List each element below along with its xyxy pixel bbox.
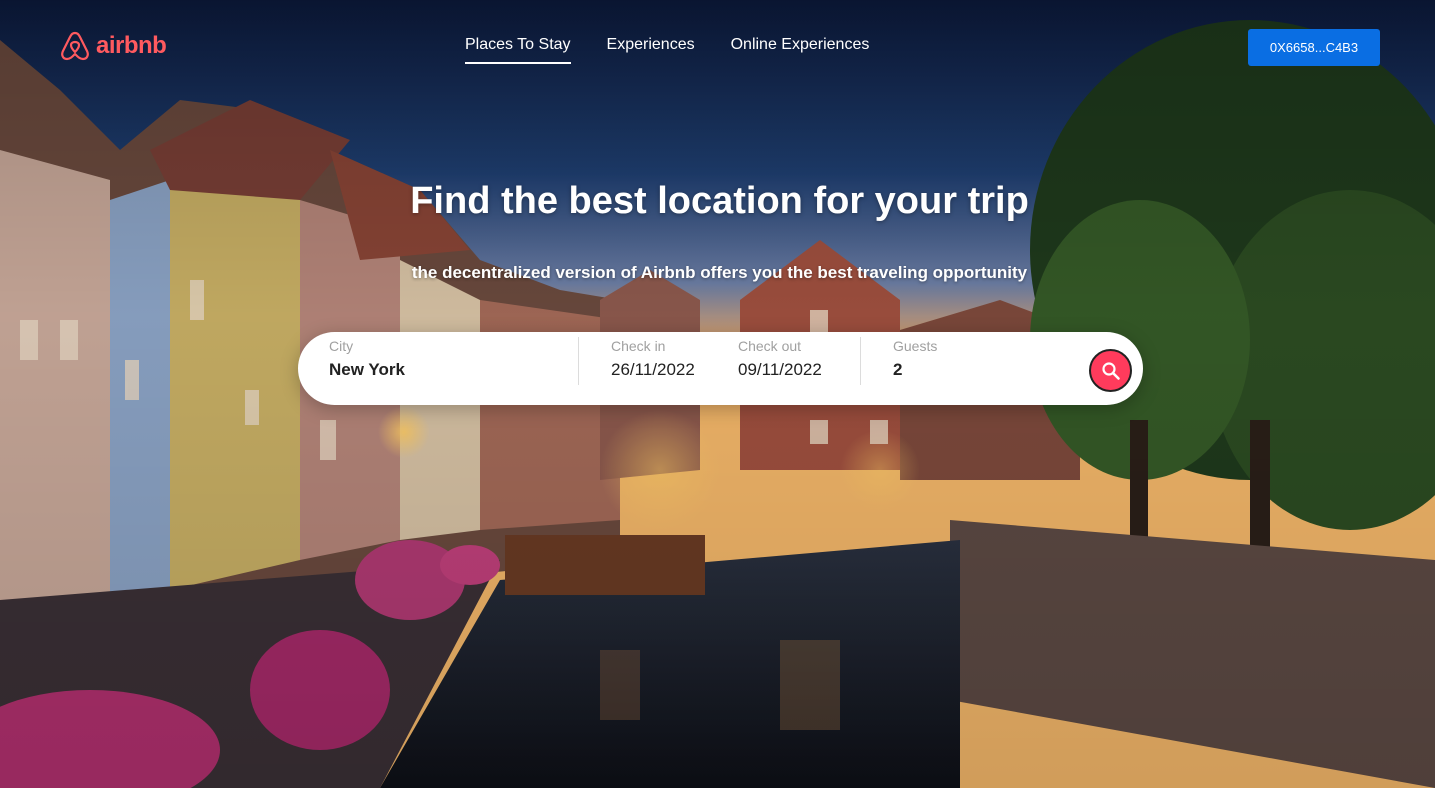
- hero-subtitle: the decentralized version of Airbnb offe…: [411, 263, 1028, 282]
- search-bar: City Check in Check out Guests: [298, 332, 1143, 405]
- search-button[interactable]: [1089, 349, 1132, 392]
- checkin-field[interactable]: Check in: [611, 332, 731, 405]
- checkout-label: Check out: [738, 338, 802, 354]
- nav-places-to-stay[interactable]: Places To Stay: [465, 36, 571, 64]
- checkout-field[interactable]: Check out: [738, 332, 858, 405]
- logo-text: airbnb: [96, 32, 167, 59]
- airbnb-logo[interactable]: airbnb: [60, 30, 167, 62]
- guests-field[interactable]: Guests: [893, 332, 1073, 405]
- checkin-label: Check in: [611, 338, 666, 354]
- divider: [578, 337, 579, 385]
- hero-title: Find the best location for your trip: [410, 180, 1029, 222]
- city-input[interactable]: [329, 360, 529, 380]
- main-nav: Places To Stay Experiences Online Experi…: [465, 36, 869, 64]
- city-label: City: [329, 338, 354, 354]
- guests-input[interactable]: [893, 360, 1043, 380]
- search-icon: [1101, 361, 1120, 380]
- checkout-input[interactable]: [738, 360, 853, 380]
- city-field[interactable]: City: [329, 332, 569, 405]
- wallet-connect-button[interactable]: 0X6658...C4B3: [1248, 29, 1380, 66]
- airbnb-logo-icon: [61, 31, 89, 61]
- divider: [860, 337, 861, 385]
- nav-experiences[interactable]: Experiences: [607, 36, 695, 64]
- guests-label: Guests: [893, 338, 938, 354]
- nav-online-experiences[interactable]: Online Experiences: [731, 36, 870, 64]
- checkin-input[interactable]: [611, 360, 726, 380]
